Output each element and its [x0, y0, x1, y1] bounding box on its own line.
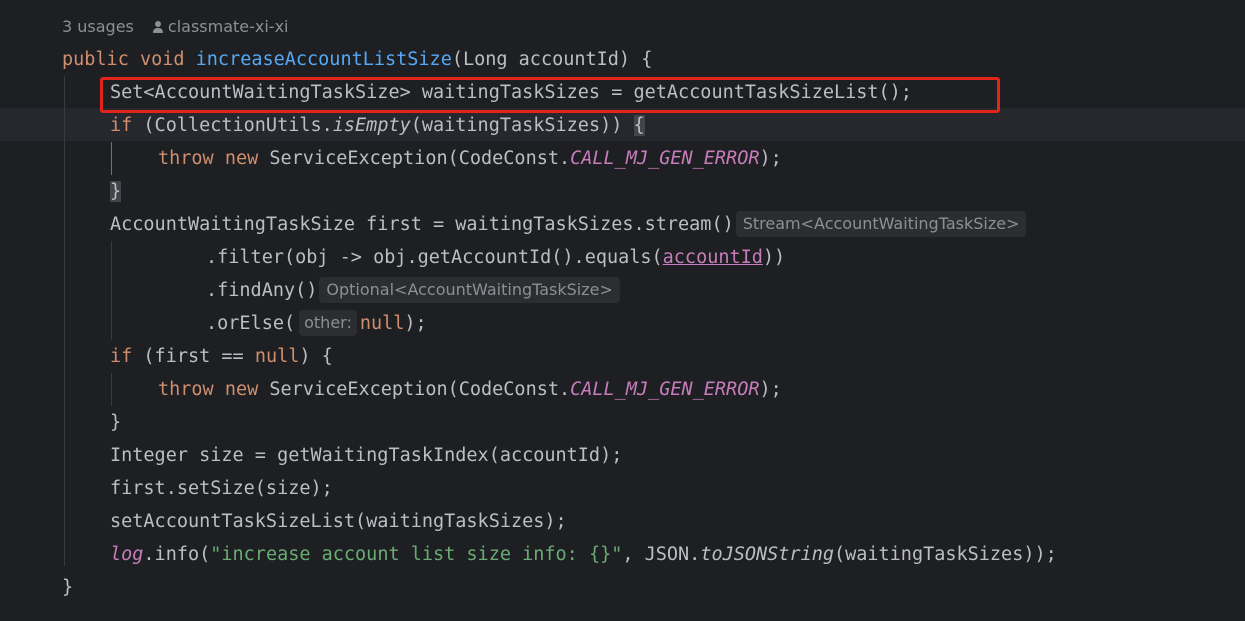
code-line-16[interactable]: log.info("increase account list size inf… [110, 538, 1057, 571]
token-code: (CollectionUtils. [132, 115, 333, 136]
token-code: )) [762, 247, 786, 268]
token-code: } [110, 412, 122, 433]
token-parameter: accountId [662, 247, 763, 268]
token-keyword: null [359, 313, 405, 334]
token-constant: CALL_MJ_GEN_ERROR [570, 148, 760, 169]
code-line-10[interactable]: if (first == null) { [110, 340, 333, 373]
token-constant: CALL_MJ_GEN_ERROR [570, 379, 760, 400]
token-code: setAccountTaskSizeList(waitingTaskSizes)… [110, 511, 567, 532]
token-static-method: toJSONString [700, 544, 834, 565]
token-code: .filter(obj -> obj.getAccountId().equals… [206, 247, 663, 268]
token-params: (Long accountId) { [451, 49, 653, 70]
token-keyword: if [110, 115, 133, 136]
code-line-15[interactable]: setAccountTaskSizeList(waitingTaskSizes)… [110, 505, 567, 538]
token-code: ServiceException(CodeConst. [269, 148, 571, 169]
token-code: (first == [132, 346, 255, 367]
token-code: } [62, 577, 74, 598]
token-code: , JSON. [622, 544, 701, 565]
type-hint: Stream<AccountWaitingTaskSize> [735, 211, 1027, 237]
annotation-highlight-box [100, 77, 1000, 113]
token-code: first.setSize(size); [110, 478, 333, 499]
code-line-5[interactable]: } [110, 175, 122, 208]
code-line-6[interactable]: AccountWaitingTaskSize first = waitingTa… [110, 208, 1027, 241]
token-code: ); [404, 313, 427, 334]
token-code: .findAny() [206, 280, 318, 301]
token-code: ); [759, 148, 782, 169]
indent-guide-active [111, 142, 112, 175]
token-code: ) { [299, 346, 333, 367]
matched-brace: { [633, 115, 645, 136]
parameter-name-hint: other: [299, 310, 357, 336]
code-line-8[interactable]: .findAny() Optional<AccountWaitingTaskSiz… [206, 274, 620, 307]
code-line-9[interactable]: .orElse(other: null); [206, 307, 427, 340]
code-line-4[interactable]: throw new ServiceException(CodeConst.CAL… [158, 142, 782, 175]
token-code: .info( [143, 544, 211, 565]
token-code: ); [759, 379, 782, 400]
code-line-7[interactable]: .filter(obj -> obj.getAccountId().equals… [206, 241, 785, 274]
indent-guide [111, 373, 112, 406]
code-vision-hints: 3 usages classmate-xi-xi [62, 14, 289, 40]
token-code: (waitingTaskSizes)) [410, 115, 634, 136]
code-line-11[interactable]: throw new ServiceException(CodeConst.CAL… [158, 373, 782, 406]
token-string: "increase account list size info: {}" [210, 544, 623, 565]
code-line-3[interactable]: if (CollectionUtils.isEmpty(waitingTaskS… [110, 109, 645, 142]
token-code: ServiceException(CodeConst. [269, 379, 571, 400]
token-code: .orElse( [206, 313, 296, 334]
token-field: log [110, 544, 144, 565]
token-keyword: throw new [158, 148, 270, 169]
code-line-1[interactable]: public void increaseAccountListSize(Long… [62, 43, 652, 76]
code-line-12[interactable]: } [110, 406, 121, 439]
matched-brace: } [110, 181, 122, 202]
token-static-method: isEmpty [332, 115, 411, 136]
type-hint: Optional<AccountWaitingTaskSize> [319, 277, 620, 303]
code-line-14[interactable]: first.setSize(size); [110, 472, 333, 505]
code-editor[interactable]: 3 usages classmate-xi-xi public void incr… [0, 0, 1245, 621]
token-keyword: if [110, 346, 133, 367]
indent-guide [64, 76, 65, 566]
person-icon [152, 21, 164, 33]
token-keyword: null [254, 346, 300, 367]
token-method-name[interactable]: increaseAccountListSize [196, 49, 452, 70]
token-keyword: throw new [158, 379, 270, 400]
token-code: (waitingTaskSizes)); [833, 544, 1057, 565]
indent-guide [111, 241, 112, 340]
token-code: AccountWaitingTaskSize first = waitingTa… [110, 214, 734, 235]
code-line-13[interactable]: Integer size = getWaitingTaskIndex(accou… [110, 439, 622, 472]
author-link[interactable]: classmate-xi-xi [168, 17, 289, 36]
usages-link[interactable]: 3 usages [62, 17, 134, 36]
token-code: Integer size = getWaitingTaskIndex(accou… [110, 445, 623, 466]
code-line-17[interactable]: } [62, 571, 73, 604]
token-keyword: public void [62, 49, 196, 70]
